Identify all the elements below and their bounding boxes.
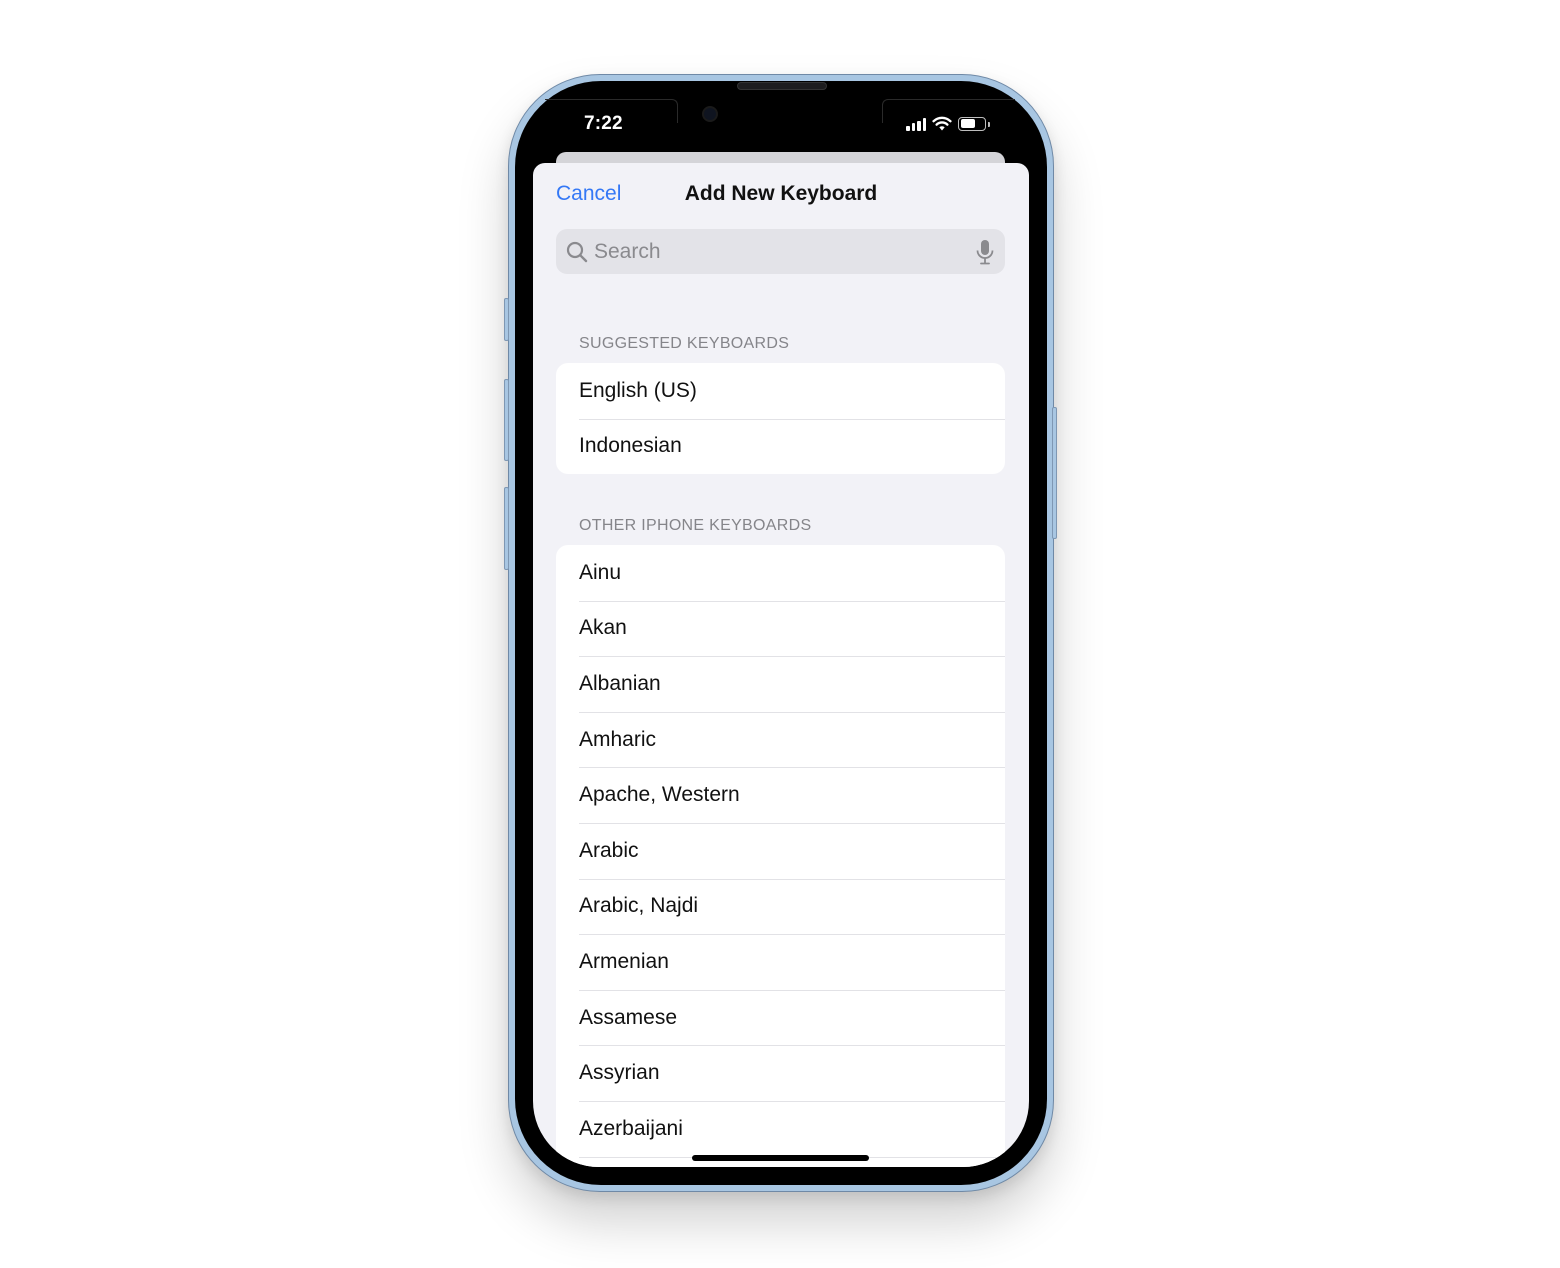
status-time: 7:22 bbox=[584, 113, 623, 134]
home-indicator[interactable] bbox=[692, 1155, 869, 1161]
background-sheet bbox=[556, 152, 1005, 182]
volume-down-button bbox=[504, 487, 509, 570]
cellular-signal-icon bbox=[906, 117, 926, 131]
battery-icon bbox=[958, 116, 990, 131]
power-button bbox=[1052, 407, 1057, 539]
battery-level bbox=[960, 119, 976, 128]
volume-up-button bbox=[504, 379, 509, 461]
speaker-grille bbox=[737, 82, 827, 90]
status-icons bbox=[906, 116, 990, 131]
screen bbox=[533, 99, 1029, 1167]
action-button bbox=[504, 298, 509, 341]
wifi-icon bbox=[932, 116, 952, 131]
front-camera bbox=[702, 106, 718, 122]
